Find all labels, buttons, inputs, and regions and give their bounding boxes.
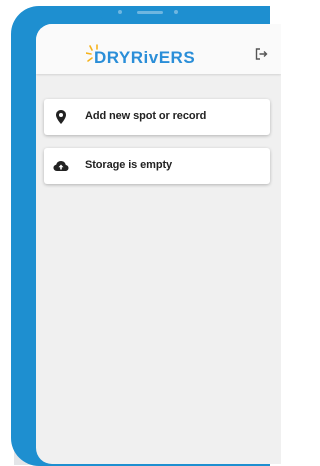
map-marker-icon [56, 110, 66, 124]
phone-frame: DRYRivERS Add new spot or record Storage… [11, 6, 281, 466]
speaker-grille [137, 11, 163, 14]
dryrivers-logo: DRYRivERS [86, 44, 195, 67]
app-header: DRYRivERS [36, 24, 281, 74]
camera-dot [174, 10, 178, 14]
add-spot-button[interactable]: Add new spot or record [44, 99, 270, 135]
logout-icon[interactable] [254, 47, 268, 61]
storage-status-button[interactable]: Storage is empty [44, 148, 270, 184]
logo-wordmark: DRYRivERS [94, 48, 195, 67]
phone-notch [100, 6, 200, 23]
cloud-upload-icon [53, 161, 69, 171]
storage-status-label: Storage is empty [85, 159, 173, 171]
add-spot-label: Add new spot or record [85, 110, 207, 122]
app-screen: DRYRivERS Add new spot or record Storage… [36, 24, 281, 464]
sensor-dot [118, 10, 122, 14]
